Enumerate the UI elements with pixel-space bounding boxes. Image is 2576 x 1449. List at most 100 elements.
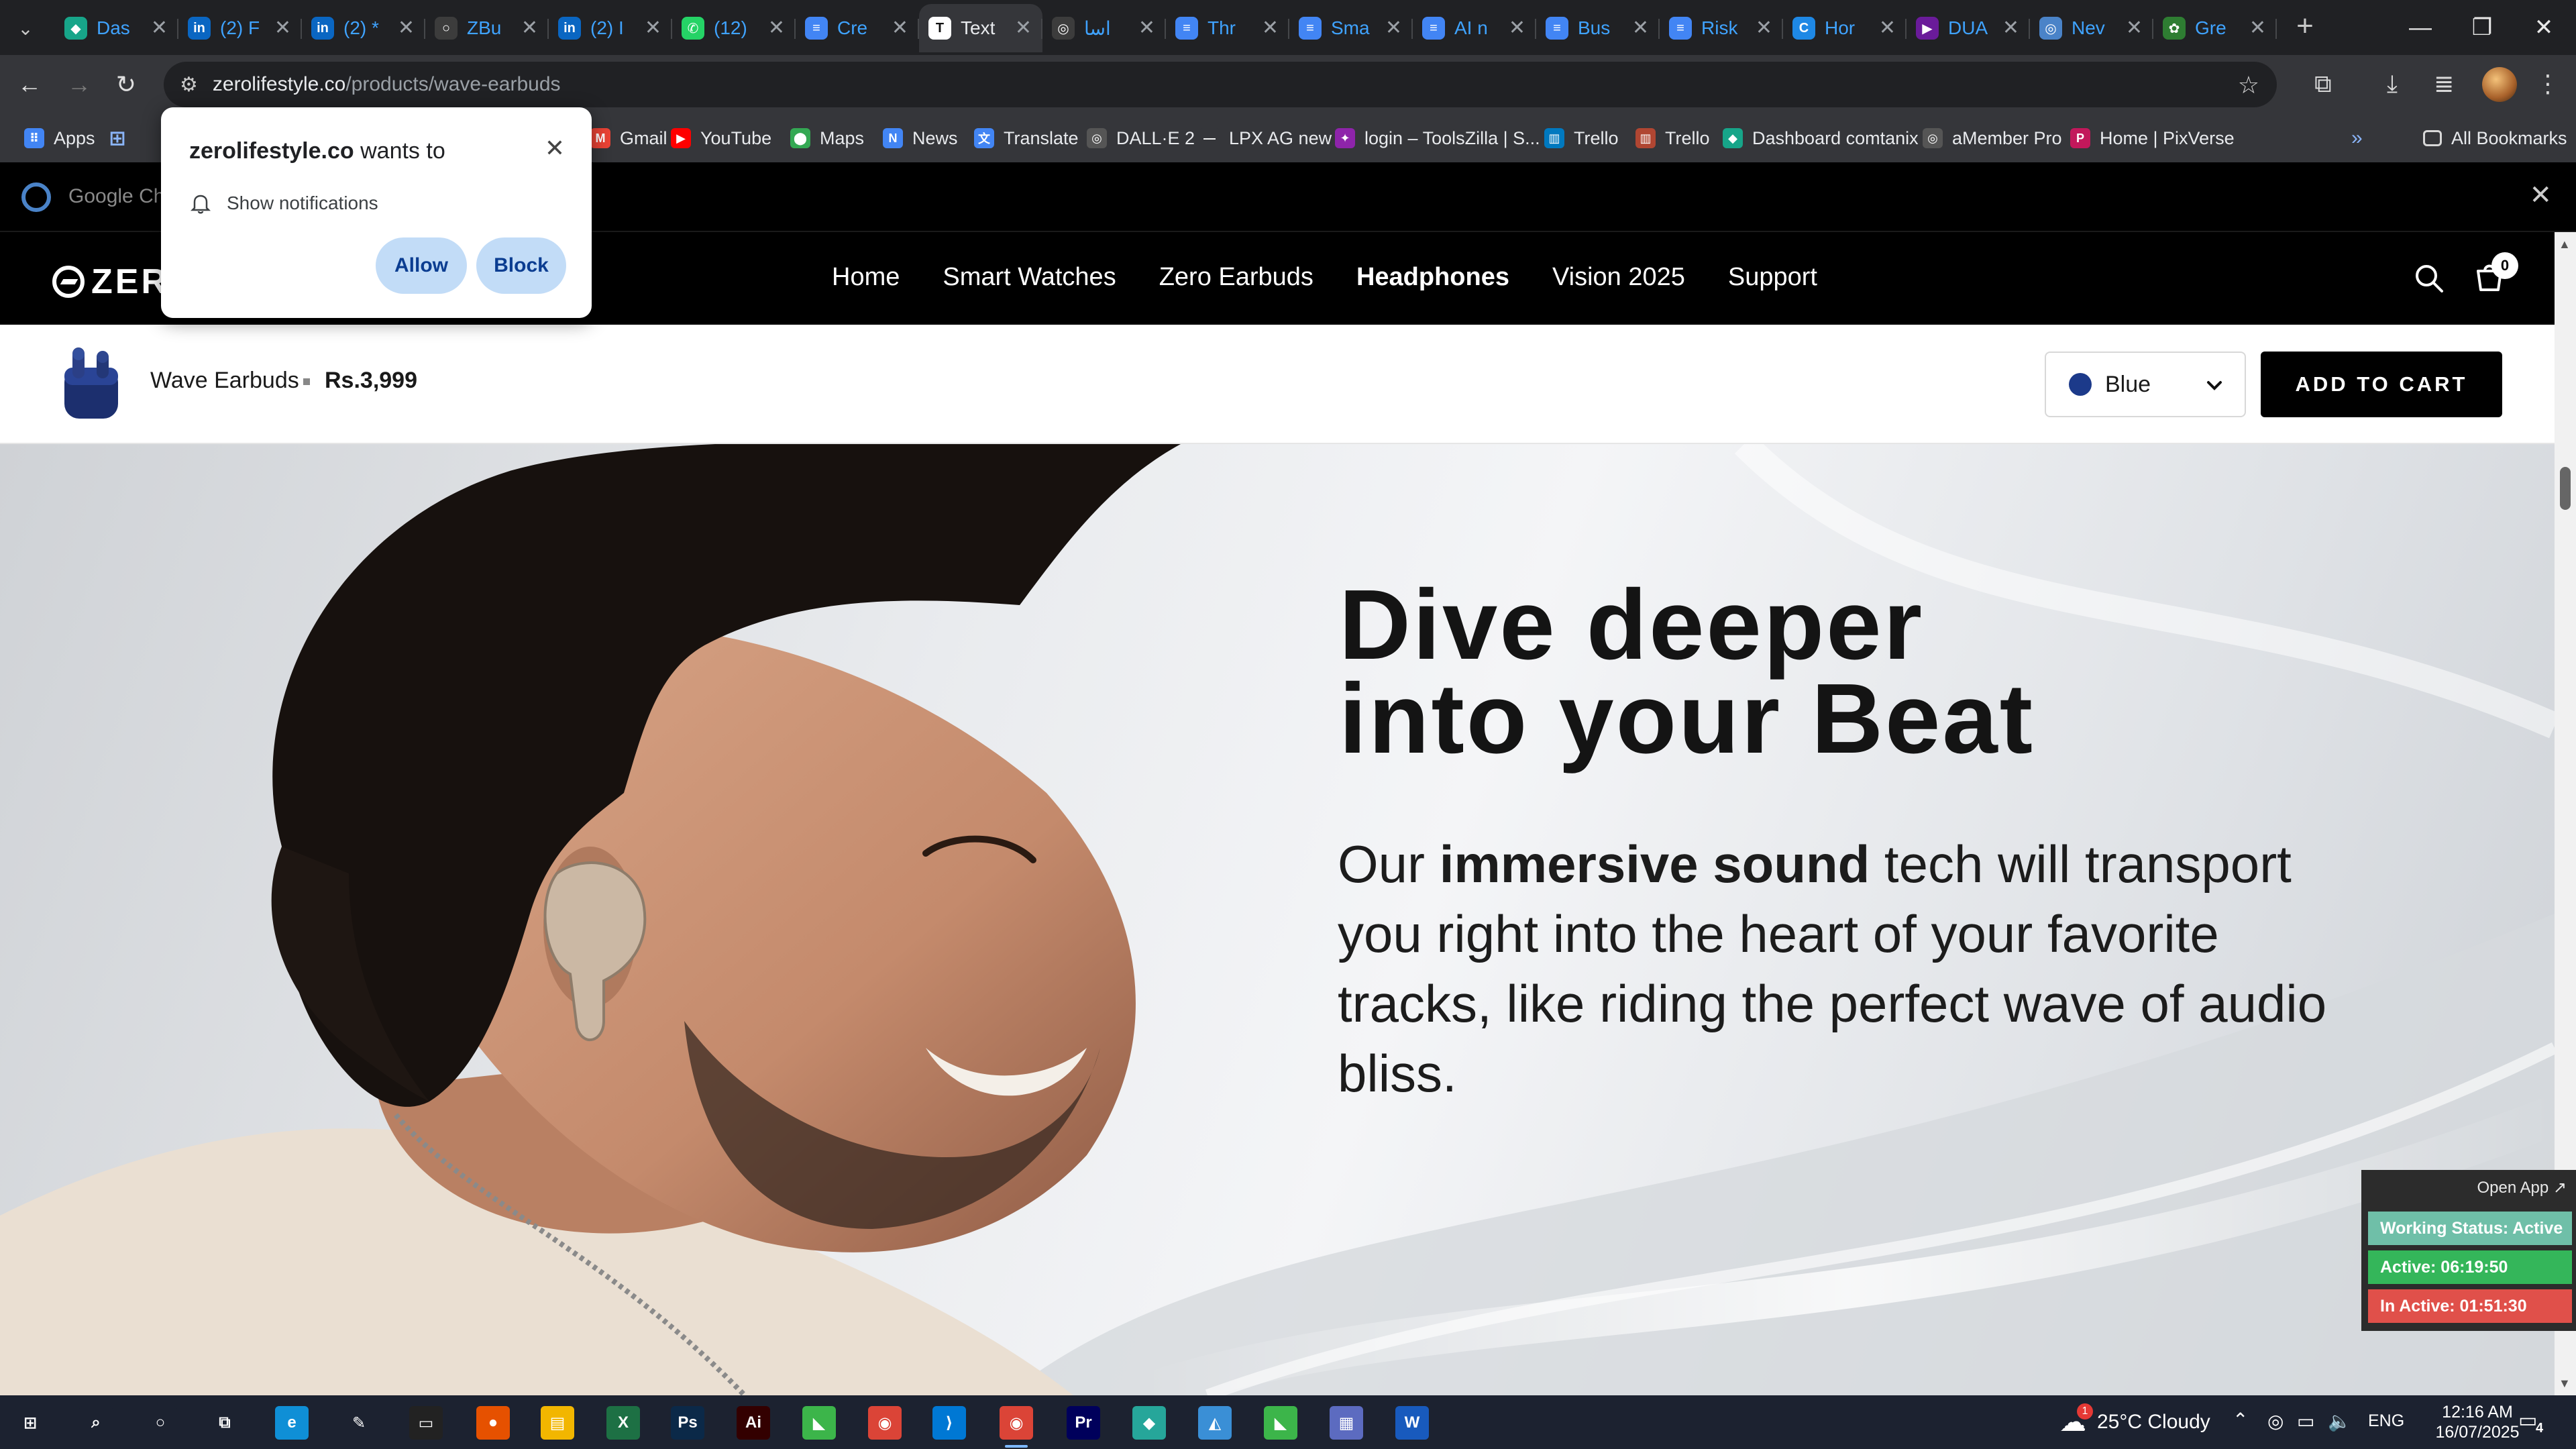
taskbar-task-view-icon[interactable]: ⧉ bbox=[208, 1406, 241, 1440]
site-info-icon[interactable]: ⚙ bbox=[180, 73, 198, 97]
taskbar-vscode-icon[interactable]: ⟩ bbox=[932, 1406, 966, 1440]
open-app-link[interactable]: Open App ↗ bbox=[2477, 1178, 2567, 1197]
taskbar-pen-icon[interactable]: ✎ bbox=[342, 1406, 376, 1440]
browser-tab[interactable]: T Text ✕ bbox=[919, 4, 1042, 52]
site-logo[interactable]: ZER bbox=[52, 262, 169, 302]
bookmark-item[interactable]: ▥ Trello bbox=[1544, 125, 1619, 152]
bookmark-item[interactable]: M Gmail bbox=[590, 125, 667, 152]
bookmark-item[interactable]: ▥ Trello bbox=[1635, 125, 1710, 152]
tab-close-icon[interactable]: ✕ bbox=[521, 16, 538, 40]
tab-close-icon[interactable]: ✕ bbox=[151, 16, 168, 40]
browser-tab[interactable]: in (2) I ✕ bbox=[549, 4, 672, 52]
extensions-icon[interactable]: ⧉ bbox=[2314, 70, 2332, 99]
taskbar-green-app-2-icon[interactable]: ◣ bbox=[1264, 1406, 1297, 1440]
close-window-button[interactable]: ✕ bbox=[2512, 0, 2576, 55]
tab-close-icon[interactable]: ✕ bbox=[1262, 16, 1279, 40]
all-bookmarks-button[interactable]: All Bookmarks bbox=[2423, 125, 2567, 152]
taskbar-blue-app-icon[interactable]: ◭ bbox=[1198, 1406, 1232, 1440]
tab-close-icon[interactable]: ✕ bbox=[1015, 16, 1032, 40]
allow-button[interactable]: Allow bbox=[376, 237, 467, 294]
scrollbar-thumb[interactable] bbox=[2560, 467, 2571, 510]
tab-close-icon[interactable]: ✕ bbox=[2249, 16, 2266, 40]
taskbar-search-icon[interactable]: ⌕ bbox=[79, 1406, 113, 1440]
browser-tab[interactable]: ≡ Bus ✕ bbox=[1536, 4, 1660, 52]
taskbar-chrome-icon[interactable]: ◉ bbox=[868, 1406, 902, 1440]
language-indicator[interactable]: ENG bbox=[2368, 1411, 2404, 1431]
download-icon[interactable]: ⤓ bbox=[2387, 70, 2398, 99]
browser-tab[interactable]: ✆ (12) ✕ bbox=[672, 4, 796, 52]
tab-close-icon[interactable]: ✕ bbox=[274, 16, 291, 40]
address-bar[interactable]: ⚙ zerolifestyle.co/products/wave-earbuds… bbox=[164, 62, 2277, 107]
browser-tab[interactable]: ≡ Thr ✕ bbox=[1166, 4, 1289, 52]
minimize-button[interactable]: — bbox=[2388, 0, 2453, 55]
clock[interactable]: 12:16 AM 16/07/2025 bbox=[2420, 1402, 2534, 1442]
bookmark-item[interactable]: ◆ Dashboard comtanix bbox=[1723, 125, 1919, 152]
bookmark-item[interactable]: P Home | PixVerse bbox=[2070, 125, 2235, 152]
nav-link-zero-earbuds[interactable]: Zero Earbuds bbox=[1159, 263, 1313, 292]
nav-link-vision-2025[interactable]: Vision 2025 bbox=[1552, 263, 1685, 292]
tab-close-icon[interactable]: ✕ bbox=[768, 16, 785, 40]
taskbar-app-badge-icon[interactable]: ● bbox=[476, 1406, 510, 1440]
bookmark-star-icon[interactable]: ☆ bbox=[2238, 71, 2259, 99]
bookmarks-overflow-icon[interactable]: » bbox=[2351, 125, 2363, 152]
scroll-up-icon[interactable]: ▲ bbox=[2559, 237, 2571, 252]
popup-close-icon[interactable]: ✕ bbox=[545, 134, 565, 162]
taskbar-green-app-icon[interactable]: ◣ bbox=[802, 1406, 836, 1440]
color-select[interactable]: Blue bbox=[2045, 352, 2246, 417]
tab-close-icon[interactable]: ✕ bbox=[892, 16, 908, 40]
infobar-close-icon[interactable]: ✕ bbox=[2529, 180, 2552, 211]
tab-close-icon[interactable]: ✕ bbox=[398, 16, 415, 40]
weather-widget[interactable]: ☁ 1 25°C Cloudy bbox=[2059, 1395, 2210, 1449]
tab-close-icon[interactable]: ✕ bbox=[645, 16, 661, 40]
browser-tab[interactable]: C Hor ✕ bbox=[1783, 4, 1907, 52]
profile-avatar[interactable] bbox=[2482, 67, 2517, 102]
browser-tab[interactable]: ▶ DUA ✕ bbox=[1907, 4, 2030, 52]
scroll-down-icon[interactable]: ▼ bbox=[2559, 1377, 2571, 1391]
browser-tab[interactable]: ≡ Sma ✕ bbox=[1289, 4, 1413, 52]
bookmark-item[interactable]: 文 Translate bbox=[974, 125, 1079, 152]
browser-tab[interactable]: ≡ AI n ✕ bbox=[1413, 4, 1536, 52]
bookmark-item[interactable]: ▶ YouTube bbox=[671, 125, 771, 152]
tab-close-icon[interactable]: ✕ bbox=[1756, 16, 1772, 40]
browser-tab[interactable]: in (2) * ✕ bbox=[302, 4, 425, 52]
tab-close-icon[interactable]: ✕ bbox=[1509, 16, 1525, 40]
network-icon[interactable]: ▭ bbox=[2297, 1410, 2314, 1432]
taskbar-cortana-icon[interactable]: ○ bbox=[144, 1406, 177, 1440]
meet-now-icon[interactable]: ◎ bbox=[2267, 1410, 2284, 1432]
add-to-cart-button[interactable]: ADD TO CART bbox=[2261, 352, 2502, 417]
browser-tab[interactable]: ◎ Nev ✕ bbox=[2030, 4, 2153, 52]
taskbar-photoshop-icon[interactable]: Ps bbox=[671, 1406, 704, 1440]
browser-tab[interactable]: ◎ اسا ✕ bbox=[1042, 4, 1166, 52]
back-button[interactable]: ← bbox=[11, 66, 48, 103]
notification-center-icon[interactable]: ▭ 4 bbox=[2518, 1409, 2552, 1438]
tab-close-icon[interactable]: ✕ bbox=[1385, 16, 1402, 40]
nav-link-support[interactable]: Support bbox=[1728, 263, 1817, 292]
taskbar-start-icon[interactable]: ⊞ bbox=[13, 1406, 47, 1440]
reload-button[interactable]: ↻ bbox=[107, 66, 145, 103]
volume-icon[interactable]: 🔈 bbox=[2328, 1410, 2351, 1432]
browser-tab[interactable]: ✿ Gre ✕ bbox=[2153, 4, 2277, 52]
bookmark-item[interactable]: ⠿ Apps bbox=[24, 125, 95, 152]
tab-close-icon[interactable]: ✕ bbox=[2126, 16, 2143, 40]
show-hidden-icons-icon[interactable]: ⌃ bbox=[2233, 1409, 2248, 1431]
nav-link-headphones[interactable]: Headphones bbox=[1356, 263, 1509, 292]
taskbar-illustrator-icon[interactable]: Ai bbox=[737, 1406, 770, 1440]
browser-tab[interactable]: ◆ Das ✕ bbox=[55, 4, 178, 52]
reading-list-icon[interactable]: ≣ bbox=[2434, 70, 2454, 98]
bookmark-item[interactable]: ◎ DALL·E 2 bbox=[1087, 125, 1195, 152]
taskbar-word-icon[interactable]: W bbox=[1395, 1406, 1429, 1440]
tab-search-icon[interactable]: ⌄ bbox=[12, 15, 39, 42]
taskbar-excel-icon[interactable]: X bbox=[606, 1406, 640, 1440]
taskbar-calculator-icon[interactable]: ▦ bbox=[1330, 1406, 1363, 1440]
bookmark-item[interactable]: — LPX AG new bbox=[1199, 125, 1332, 152]
taskbar-file-explorer-icon[interactable]: ▤ bbox=[541, 1406, 574, 1440]
block-button[interactable]: Block bbox=[476, 237, 566, 294]
taskbar-chrome-active-icon[interactable]: ◉ bbox=[1000, 1406, 1033, 1448]
tab-close-icon[interactable]: ✕ bbox=[1879, 16, 1896, 40]
browser-tab[interactable]: in (2) F ✕ bbox=[178, 4, 302, 52]
nav-link-home[interactable]: Home bbox=[832, 263, 900, 292]
nav-link-smart-watches[interactable]: Smart Watches bbox=[943, 263, 1116, 292]
forward-button[interactable]: → bbox=[60, 66, 98, 103]
search-icon[interactable] bbox=[2412, 262, 2446, 295]
taskbar-teal-app-icon[interactable]: ◆ bbox=[1132, 1406, 1166, 1440]
